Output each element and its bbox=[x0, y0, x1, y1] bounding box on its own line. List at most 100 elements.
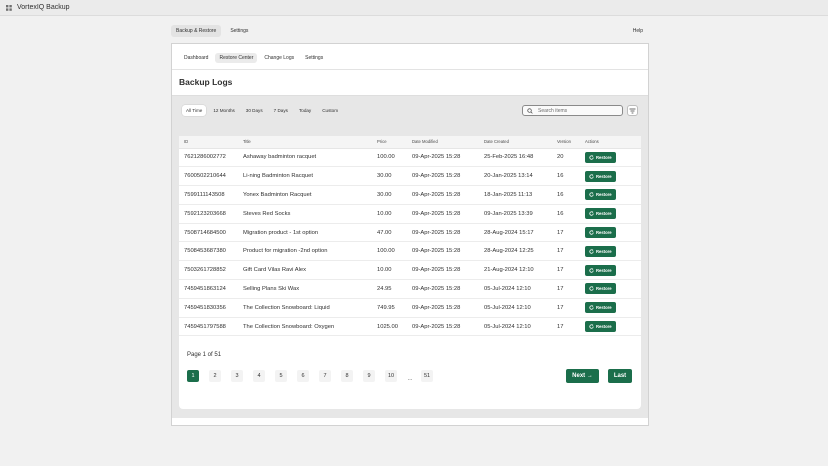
row-version: 20 bbox=[557, 148, 585, 168]
restore-button[interactable]: Restore bbox=[585, 170, 616, 182]
table-header-row: ID Title Price Date Modified Date Create… bbox=[179, 136, 641, 149]
search-icon bbox=[527, 107, 533, 114]
page-button-10[interactable]: 10 bbox=[385, 370, 397, 382]
column-header-title[interactable]: Title bbox=[243, 136, 377, 149]
page-button-6[interactable]: 6 bbox=[297, 370, 309, 382]
pagination-ellipsis: ... bbox=[407, 376, 413, 382]
restore-panel: Dashboard Restore Center Change Logs Set… bbox=[171, 43, 649, 426]
row-actions: Restore bbox=[585, 185, 641, 205]
row-version: 17 bbox=[557, 298, 585, 318]
row-price: 10.00 bbox=[377, 204, 412, 224]
filter-12-months[interactable]: 12 Months bbox=[209, 105, 238, 116]
row-version: 17 bbox=[557, 260, 585, 281]
restore-button[interactable]: Restore bbox=[585, 208, 616, 220]
restore-button[interactable]: Restore bbox=[585, 283, 616, 295]
row-version: 17 bbox=[557, 241, 585, 262]
row-id: 7459451830356 bbox=[179, 298, 243, 318]
page-button-7[interactable]: 7 bbox=[319, 370, 331, 382]
restore-label: Restore bbox=[596, 267, 612, 273]
filter-button[interactable] bbox=[627, 105, 638, 116]
column-header-date-created[interactable]: Date Created bbox=[484, 136, 557, 149]
row-title: Yonex Badminton Racquet bbox=[243, 185, 377, 205]
column-header-price[interactable]: Price bbox=[377, 136, 412, 149]
main-tabs: Backup & Restore Settings Help bbox=[171, 25, 648, 37]
row-id: 7599111143508 bbox=[179, 185, 243, 205]
restore-button[interactable]: Restore bbox=[585, 245, 616, 257]
row-title: The Collection Snowboard: Oxygen bbox=[243, 317, 377, 337]
table-row: 7621286002772 Ashaway badminton racquet 10… bbox=[179, 148, 641, 168]
row-actions: Restore bbox=[585, 204, 641, 224]
subtab-change-logs[interactable]: Change Logs bbox=[260, 53, 298, 63]
page-button-4[interactable]: 4 bbox=[253, 370, 265, 382]
sub-tabs: Dashboard Restore Center Change Logs Set… bbox=[180, 52, 330, 63]
restore-button[interactable]: Restore bbox=[585, 151, 616, 163]
row-price: 100.00 bbox=[377, 148, 412, 168]
page-title: Backup Logs bbox=[179, 77, 233, 87]
restore-button[interactable]: Restore bbox=[585, 321, 616, 333]
next-page-button[interactable]: Next → bbox=[566, 369, 599, 383]
search-box[interactable] bbox=[522, 105, 623, 116]
page-button-51[interactable]: 51 bbox=[421, 370, 433, 382]
column-header-version[interactable]: Version bbox=[557, 136, 585, 149]
column-header-date-modified[interactable]: Date Modified bbox=[412, 136, 484, 149]
page-button-5[interactable]: 5 bbox=[275, 370, 287, 382]
restore-button[interactable]: Restore bbox=[585, 227, 616, 239]
restore-button[interactable]: Restore bbox=[585, 302, 616, 314]
backup-logs-table: ID Title Price Date Modified Date Create… bbox=[179, 136, 641, 337]
help-link[interactable]: Help bbox=[633, 28, 643, 34]
subtab-dashboard[interactable]: Dashboard bbox=[180, 53, 212, 63]
row-title: Selling Plans Ski Wax bbox=[243, 279, 377, 299]
row-version: 16 bbox=[557, 166, 585, 187]
row-price: 47.00 bbox=[377, 223, 412, 243]
row-title: Migration product - 1st option bbox=[243, 223, 377, 243]
row-actions: Restore bbox=[585, 279, 641, 299]
tab-backup-restore[interactable]: Backup & Restore bbox=[171, 25, 222, 37]
filter-30-days[interactable]: 30 Days bbox=[242, 105, 267, 116]
row-price: 30.00 bbox=[377, 166, 412, 187]
restore-label: Restore bbox=[596, 173, 612, 179]
row-id: 7508453687380 bbox=[179, 241, 243, 262]
subtab-restore-center[interactable]: Restore Center bbox=[215, 52, 258, 63]
filter-custom[interactable]: Custom bbox=[318, 105, 342, 116]
row-actions: Restore bbox=[585, 223, 641, 243]
row-version: 16 bbox=[557, 185, 585, 205]
row-date-modified: 09-Apr-2025 15:28 bbox=[412, 317, 484, 337]
search-input[interactable] bbox=[538, 107, 618, 114]
restore-button[interactable]: Restore bbox=[585, 189, 616, 201]
divider bbox=[172, 69, 648, 70]
filter-all-time[interactable]: All Time bbox=[182, 105, 207, 116]
page-button-8[interactable]: 8 bbox=[341, 370, 353, 382]
row-actions: Restore bbox=[585, 260, 641, 281]
row-title: Steves Red Socks bbox=[243, 204, 377, 224]
restore-label: Restore bbox=[596, 230, 612, 236]
date-filters: All Time 12 Months 30 Days 7 Days Today … bbox=[182, 105, 345, 116]
row-actions: Restore bbox=[585, 241, 641, 262]
page-button-2[interactable]: 2 bbox=[209, 370, 221, 382]
app-title-bar: VortexIQ Backup bbox=[0, 0, 828, 16]
page-info: Page 1 of 51 bbox=[187, 352, 222, 358]
row-title: Li-ning Badminton Racquet bbox=[243, 166, 377, 187]
column-header-id[interactable]: ID bbox=[179, 136, 243, 149]
refresh-icon bbox=[589, 324, 594, 329]
app-grid-icon[interactable] bbox=[6, 4, 12, 11]
row-date-modified: 09-Apr-2025 15:28 bbox=[412, 298, 484, 318]
row-date-created: 18-Jan-2025 11:13 bbox=[484, 185, 557, 205]
restore-label: Restore bbox=[596, 248, 612, 254]
page-button-1[interactable]: 1 bbox=[187, 370, 199, 382]
page-button-3[interactable]: 3 bbox=[231, 370, 243, 382]
tab-settings[interactable]: Settings bbox=[225, 25, 253, 37]
filter-today[interactable]: Today bbox=[295, 105, 315, 116]
restore-label: Restore bbox=[596, 286, 612, 292]
subtab-settings[interactable]: Settings bbox=[301, 53, 327, 63]
row-id: 7621286002772 bbox=[179, 148, 243, 168]
page-button-9[interactable]: 9 bbox=[363, 370, 375, 382]
restore-button[interactable]: Restore bbox=[585, 264, 616, 276]
restore-label: Restore bbox=[596, 324, 612, 330]
last-page-button[interactable]: Last bbox=[608, 369, 632, 383]
filter-7-days[interactable]: 7 Days bbox=[270, 105, 292, 116]
pagination: 1 2 3 4 5 6 7 8 9 10 ... 51 bbox=[187, 370, 443, 382]
row-actions: Restore bbox=[585, 166, 641, 187]
row-title: The Collection Snowboard: Liquid bbox=[243, 298, 377, 318]
row-date-modified: 09-Apr-2025 15:28 bbox=[412, 241, 484, 262]
filter-icon bbox=[629, 108, 636, 113]
